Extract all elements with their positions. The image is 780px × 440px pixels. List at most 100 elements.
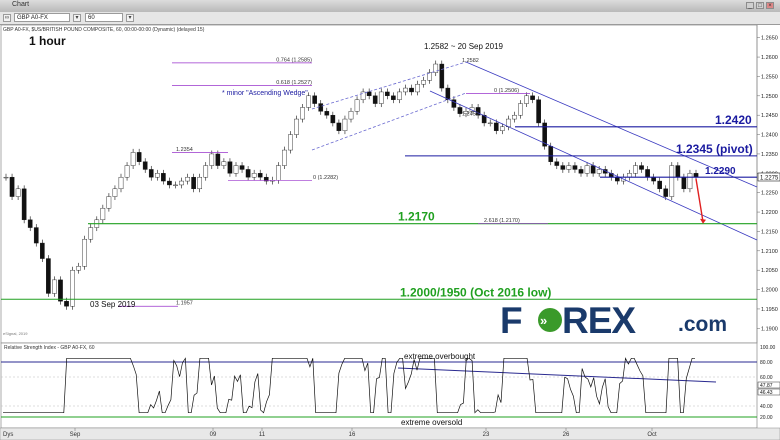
candle-body	[560, 165, 566, 170]
last-price-label: 1.2275	[760, 176, 779, 182]
close-button[interactable]: ×	[766, 2, 774, 9]
candle-body	[548, 145, 554, 162]
price-tick-label: 1.1950	[761, 307, 778, 313]
candle-body	[493, 122, 499, 131]
timeframe-label: 1 hour	[29, 34, 66, 48]
time-tick-label: 16	[349, 432, 356, 438]
candle-body	[245, 169, 251, 178]
rsi-value-2: 46.43	[760, 390, 773, 396]
window-title: Chart	[12, 1, 30, 8]
candle-body	[342, 118, 348, 131]
esignal-watermark: eSignal, 2019	[3, 331, 28, 336]
rsi-tick-label: 40.00	[760, 404, 773, 410]
candle-body	[324, 111, 330, 116]
fib-label: 1.1957	[176, 301, 193, 307]
candle-body	[536, 99, 541, 124]
candle-body	[439, 63, 445, 89]
candle-body	[499, 126, 505, 131]
chart-title: GBP A0-FX, $US/BRITISH POUND COMPOSITE, …	[3, 27, 205, 33]
candle-body	[288, 134, 293, 151]
candle-body	[251, 173, 257, 178]
price-tick-label: 1.2250	[761, 191, 778, 197]
candle-body	[330, 114, 336, 124]
candle-body	[675, 165, 681, 178]
candle-body	[391, 95, 396, 100]
level-label: 1.2420	[715, 113, 752, 127]
candle-body	[39, 242, 45, 259]
candle-body	[276, 165, 281, 181]
price-chart[interactable]: 1.2650 1.2600 1.2550 1.2500 1.2450 1.2400 1.23…	[0, 25, 780, 440]
candle-body	[651, 176, 656, 182]
price-tick-label: 1.2100	[761, 249, 778, 255]
candle-body	[354, 99, 360, 112]
low-annotation: 03 Sep 2019	[90, 300, 136, 309]
svg-text:»: »	[540, 313, 547, 328]
candle-body	[645, 169, 650, 178]
candle-body	[136, 152, 142, 162]
minimize-button[interactable]: _	[746, 2, 754, 9]
price-tick-label: 1.2050	[761, 268, 778, 274]
candle-body	[487, 122, 493, 124]
chart-window: Chart _ □ × ∞ GBP A0-FX ▾ 60 ▾ 1.2650 1.2…	[0, 0, 780, 440]
price-tick-label: 1.2600	[761, 55, 778, 61]
level-label: 1.2290	[705, 166, 736, 177]
candle-body	[360, 91, 366, 100]
price-tick-label: 1.1900	[761, 326, 778, 332]
maximize-button[interactable]: □	[756, 2, 764, 9]
candle-body	[590, 165, 596, 174]
symbol-input[interactable]: GBP A0-FX	[14, 13, 70, 22]
rsi-tick-label: 100.00	[760, 345, 776, 351]
candle-body	[88, 227, 94, 240]
candle-body	[687, 173, 693, 190]
interval-dropdown-icon[interactable]: ▾	[126, 14, 134, 22]
candle-body	[627, 173, 632, 178]
candle-body	[336, 122, 342, 131]
candle-body	[112, 188, 118, 197]
candle-body	[118, 176, 124, 190]
candle-body	[282, 149, 287, 166]
candle-body	[397, 91, 402, 100]
wedge-annotation: * minor "Ascending Wedge"	[222, 90, 308, 97]
price-tick-label: 1.2200	[761, 210, 778, 216]
candle-body	[221, 161, 227, 166]
candle-body	[124, 165, 130, 178]
symbol-dropdown-icon[interactable]: ▾	[73, 14, 81, 22]
candle-body	[70, 269, 75, 307]
candle-body	[52, 279, 57, 294]
candle-body	[257, 173, 263, 178]
candle-body	[3, 176, 9, 179]
candle-body	[415, 83, 420, 93]
candle-body	[445, 87, 451, 100]
candle-body	[633, 165, 638, 174]
candle-body	[663, 188, 669, 197]
interval-input[interactable]: 60	[85, 13, 123, 22]
candle-body	[197, 176, 203, 190]
days-label: Dys	[3, 432, 13, 438]
candle-body	[384, 91, 390, 97]
candle-body	[167, 180, 172, 186]
time-tick-label: 23	[483, 432, 490, 438]
peak-value-label: 1.2582	[462, 58, 479, 64]
candle-body	[239, 165, 245, 170]
chart-toolbar: ∞ GBP A0-FX ▾ 60 ▾	[0, 12, 780, 25]
candle-body	[215, 153, 221, 166]
fib-label: 0 (1.2282)	[313, 175, 338, 181]
rsi-tick-label: 80.00	[760, 360, 773, 366]
time-axis[interactable]	[0, 427, 780, 440]
candle-body	[185, 176, 190, 182]
rsi-value-1: 47.87	[760, 383, 773, 389]
candle-body	[596, 169, 602, 174]
candle-body	[154, 173, 160, 178]
price-tick-label: 1.2150	[761, 229, 778, 235]
candle-body	[233, 165, 239, 174]
level-label: 1.2000/1950 (Oct 2016 low)	[400, 285, 551, 299]
candle-body	[76, 266, 81, 271]
time-tick-label: Sep	[70, 432, 81, 438]
level-label: 1.2170	[398, 210, 435, 224]
candle-body	[33, 227, 39, 244]
price-tick-label: 1.2500	[761, 94, 778, 100]
rsi-tick-label: 60.00	[760, 375, 773, 381]
time-tick-label: 09	[210, 432, 217, 438]
fib-label: 2.618 (1.2170)	[484, 218, 520, 224]
link-icon[interactable]: ∞	[3, 14, 11, 22]
